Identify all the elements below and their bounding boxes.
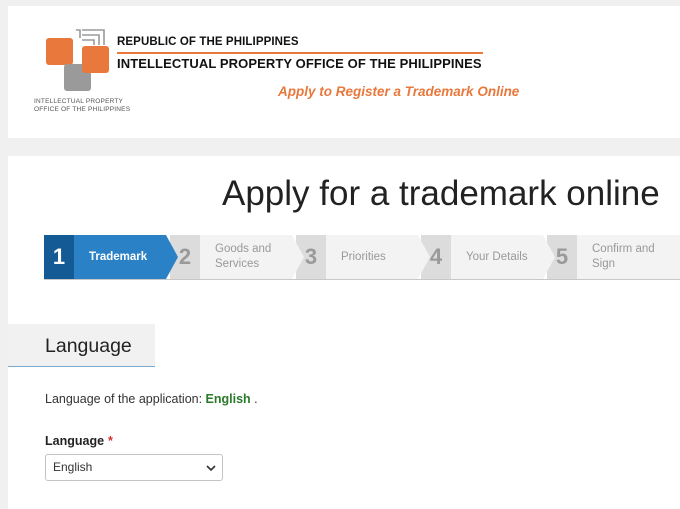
application-language-text: Language of the application: English .	[45, 392, 258, 406]
stepper-underline	[44, 279, 680, 280]
language-line-value: English	[205, 392, 251, 406]
logo-caption-line-2: OFFICE OF THE PHILIPPINES	[34, 106, 131, 113]
office-heading: INTELLECTUAL PROPERTY OFFICE OF THE PHIL…	[117, 56, 482, 71]
header-tagline: Apply to Register a Trademark Online	[278, 84, 520, 99]
progress-stepper: 1 Trademark 2 Goods and Services 3 Prior…	[44, 235, 680, 280]
section-tab-language: Language	[8, 324, 155, 367]
republic-heading: REPUBLIC OF THE PHILIPPINES	[117, 36, 299, 48]
header-divider	[117, 52, 483, 54]
step-confirm-and-sign[interactable]: 5 Confirm and Sign	[547, 235, 680, 279]
site-header: INTELLECTUAL PROPERTY OFFICE OF THE PHIL…	[8, 6, 680, 138]
ipophl-logo[interactable]	[44, 26, 114, 96]
section-title: Language	[45, 335, 132, 357]
step-number: 1	[44, 235, 74, 279]
language-line-prefix: Language of the application:	[45, 392, 206, 406]
step-label: Confirm and Sign	[592, 243, 655, 270]
logo-caption-line-1: INTELLECTUAL PROPERTY	[34, 98, 124, 105]
step-goods-and-services[interactable]: 2 Goods and Services	[170, 235, 304, 279]
step-label: Trademark	[89, 250, 148, 263]
language-label-text: Language	[45, 434, 105, 448]
step-label: Priorities	[341, 250, 386, 263]
step-priorities[interactable]: 3 Priorities	[296, 235, 430, 279]
language-field-label: Language *	[45, 434, 113, 448]
step-label: Goods and Services	[215, 243, 272, 270]
step-your-details[interactable]: 4 Your Details	[421, 235, 555, 279]
main-content: Apply for a trademark online 1 Trademark…	[8, 156, 680, 509]
logo-caption: INTELLECTUAL PROPERTY OFFICE OF THE PHIL…	[34, 98, 144, 114]
language-line-suffix: .	[250, 392, 258, 406]
language-select[interactable]: English	[45, 454, 223, 481]
required-asterisk: *	[108, 434, 113, 448]
page-title: Apply for a trademark online	[222, 174, 660, 213]
step-label: Your Details	[466, 250, 528, 263]
language-select-value: English	[53, 460, 93, 474]
step-trademark[interactable]: 1 Trademark	[44, 235, 178, 279]
chevron-down-icon	[206, 465, 216, 472]
